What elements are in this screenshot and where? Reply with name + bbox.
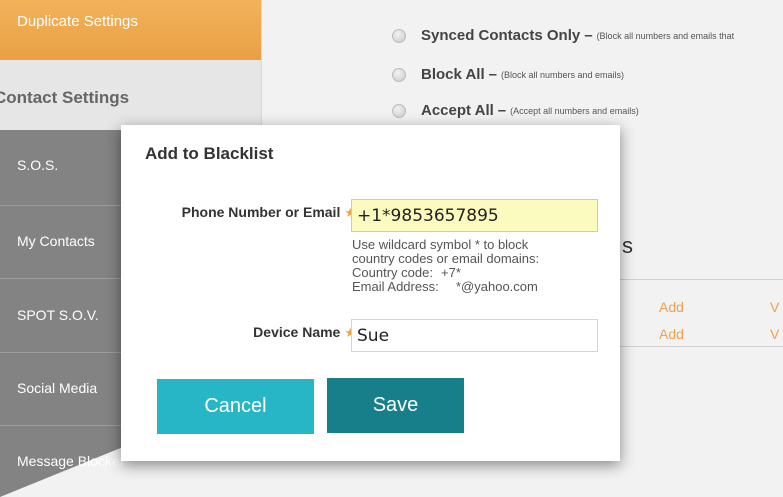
option-title: Block All	[421, 66, 485, 83]
radio-button[interactable]	[392, 28, 406, 43]
hint-country-value: +7*	[441, 265, 461, 280]
option-accept-all[interactable]: Accept All – (Accept all numbers and ema…	[392, 102, 639, 119]
divider	[600, 346, 783, 347]
add-link[interactable]: Add	[659, 326, 684, 342]
sidebar-item-label: Duplicate Settings	[17, 13, 138, 30]
option-synced-contacts[interactable]: Synced Contacts Only – (Block all number…	[392, 27, 734, 44]
option-description: (Block all numbers and emails)	[500, 69, 625, 80]
divider	[600, 279, 783, 280]
option-dash: –	[584, 27, 593, 44]
phone-email-label: Phone Number or Email★	[182, 204, 356, 221]
option-title: Synced Contacts Only	[421, 27, 581, 44]
option-title: Accept All	[421, 102, 494, 119]
field-label-text: Device Name	[253, 324, 341, 340]
option-block-all[interactable]: Block All – (Block all numbers and email…	[392, 66, 624, 83]
sidebar-item-label: Social Media	[17, 380, 98, 396]
device-name-input[interactable]	[351, 319, 598, 352]
sidebar-item-label: S.O.S.	[17, 157, 59, 173]
option-dash: –	[488, 66, 497, 83]
hint-line: country codes or email domains:	[352, 251, 540, 266]
sidebar-item-contact-settings[interactable]: Contact Settings	[0, 60, 262, 130]
wildcard-hint: Use wildcard symbol * to block country c…	[352, 238, 539, 294]
view-link[interactable]: V	[770, 299, 779, 315]
radio-button[interactable]	[392, 67, 406, 82]
hint-email-value: *@yahoo.com	[456, 279, 538, 294]
phone-email-input[interactable]	[351, 199, 598, 232]
section-heading: s	[622, 233, 633, 258]
save-button[interactable]: Save	[327, 378, 464, 433]
option-dash: –	[497, 102, 507, 119]
add-to-blacklist-dialog: Add to Blacklist Phone Number or Email★ …	[121, 125, 620, 461]
view-link[interactable]: V	[770, 326, 779, 342]
cancel-button[interactable]: Cancel	[157, 379, 314, 434]
hint-line: Use wildcard symbol * to block	[352, 237, 529, 252]
dialog-title: Add to Blacklist	[145, 144, 274, 163]
sidebar-item-label: My Contacts	[17, 233, 95, 249]
sidebar-item-label: Message Blocker	[17, 453, 125, 469]
option-description: (Block all numbers and emails that	[596, 30, 735, 41]
option-description: (Accept all numbers and emails)	[510, 105, 639, 116]
field-label-text: Phone Number or Email	[181, 204, 341, 220]
hint-email-label: Email Address:	[352, 279, 439, 294]
radio-button[interactable]	[392, 103, 406, 118]
hint-country-label: Country code:	[352, 265, 433, 280]
sidebar-item-label: Contact Settings	[0, 88, 130, 107]
device-name-label: Device Name★	[253, 324, 356, 341]
sidebar-item-label: SPOT S.O.V.	[17, 307, 99, 323]
add-link[interactable]: Add	[659, 299, 684, 315]
hint-country-row: Country code: +7*	[352, 266, 539, 280]
sidebar-item-duplicate-settings[interactable]: Duplicate Settings	[0, 0, 262, 60]
hint-email-row: Email Address: *@yahoo.com	[352, 280, 539, 294]
